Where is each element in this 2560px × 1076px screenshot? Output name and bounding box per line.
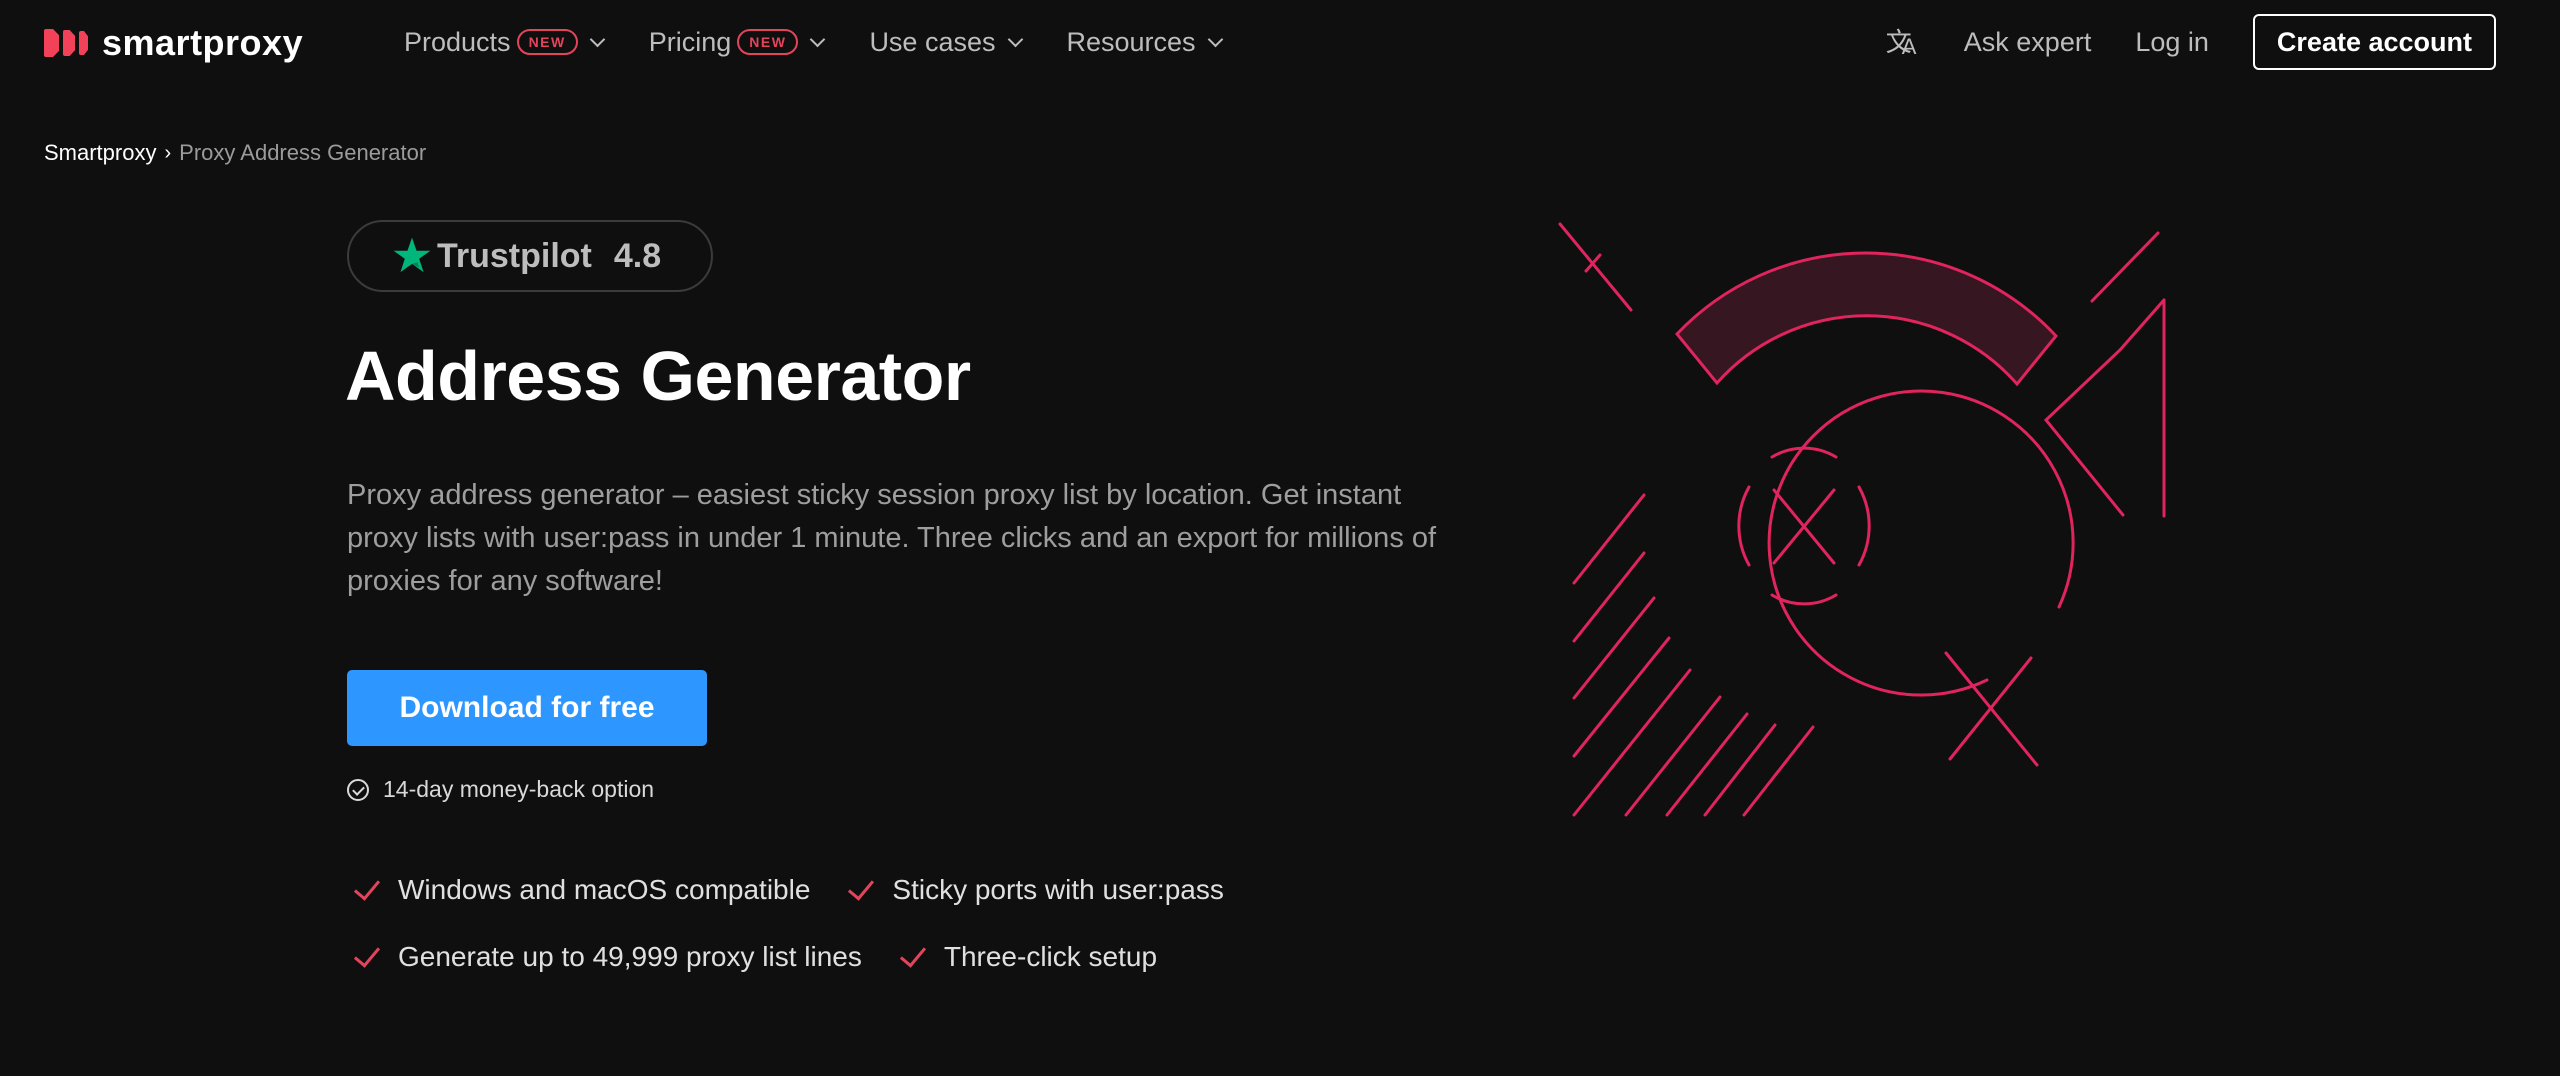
breadcrumb-home-link[interactable]: Smartproxy [44, 140, 156, 166]
check-circle-icon [347, 778, 369, 801]
decor-inner-arc-left [1737, 485, 1751, 567]
decor-inner-arc-top [1770, 446, 1838, 459]
top-navigation: smartproxy Products NEW Pricing NEW Use … [0, 0, 2560, 84]
decor-line [2090, 231, 2160, 303]
money-back-text: 14-day money-back option [383, 776, 655, 802]
chevron-down-icon [1007, 31, 1023, 47]
feature-item: Generate up to 49,999 proxy list lines [350, 940, 862, 973]
feature-item: Three-click setup [896, 940, 1158, 973]
chevron-down-icon [1207, 31, 1223, 47]
new-badge: NEW [516, 29, 578, 55]
feature-item: Sticky ports with user:pass [844, 873, 1224, 906]
check-icon [899, 940, 926, 968]
menu-item-label: Products [404, 26, 511, 57]
decor-center-x [1772, 488, 1836, 565]
hero-description: Proxy address generator – easiest sticky… [347, 479, 1437, 597]
decor-cross-line [1558, 222, 1633, 312]
feature-text: Three-click setup [943, 941, 1158, 972]
trustpilot-name: Trustpilot [437, 236, 592, 275]
feature-text: Generate up to 49,999 proxy list lines [398, 941, 862, 972]
feature-text: Windows and macOS compatible [398, 874, 811, 905]
menu-item-label: Pricing [648, 26, 732, 57]
menu-item-label: Use cases [869, 26, 996, 57]
ask-expert-link[interactable]: Ask expert [1964, 27, 2092, 58]
check-icon [848, 873, 875, 901]
feature-list: Windows and macOS compatible Sticky port… [350, 870, 1258, 1004]
download-for-free-button[interactable]: Download for free [347, 670, 707, 746]
chevron-down-icon [810, 31, 826, 47]
hero-illustration [1558, 222, 2166, 817]
create-account-button[interactable]: Create account [2252, 14, 2496, 70]
menu-item-label: Resources [1066, 26, 1196, 57]
menu-item-products[interactable]: Products NEW [404, 26, 606, 58]
decor-bottom-x [1944, 651, 2039, 767]
trustpilot-star-icon [393, 237, 431, 273]
decor-triangle [2043, 298, 2166, 517]
feature-item: Windows and macOS compatible [350, 873, 811, 906]
breadcrumb: Smartproxy › Proxy Address Generator [44, 140, 426, 166]
chevron-down-icon [589, 31, 606, 47]
feature-text: Sticky ports with user:pass [892, 874, 1224, 905]
money-back-note: 14-day money-back option [347, 776, 654, 803]
new-badge: NEW [737, 29, 799, 55]
breadcrumb-current: Proxy Address Generator [179, 140, 427, 165]
menu-item-resources[interactable]: Resources [1066, 26, 1223, 58]
trustpilot-badge[interactable]: Trustpilot 4.8 [347, 220, 713, 292]
decor-circle [1767, 389, 2075, 697]
page-title: Address Generator [345, 337, 971, 415]
menu-item-use-cases[interactable]: Use cases [869, 26, 1023, 58]
main-menu: Products NEW Pricing NEW Use cases Resou… [404, 22, 1267, 62]
check-icon [353, 940, 381, 968]
login-link[interactable]: Log in [2135, 27, 2209, 58]
logo[interactable]: smartproxy [44, 22, 303, 64]
trustpilot-score: 4.8 [613, 236, 662, 275]
logo-text: smartproxy [102, 22, 304, 63]
translate-icon[interactable]: 文A [1886, 24, 1922, 60]
check-icon [353, 873, 381, 901]
decor-hatching [1572, 493, 1815, 817]
nav-actions: 文A Ask expert Log in Create account [1886, 14, 2496, 70]
breadcrumb-separator-icon: › [164, 141, 172, 164]
menu-item-pricing[interactable]: Pricing NEW [648, 26, 826, 58]
logo-mark-icon [44, 29, 88, 57]
decor-inner-arc-right [1857, 485, 1871, 567]
decor-arc-band [1675, 251, 2058, 387]
